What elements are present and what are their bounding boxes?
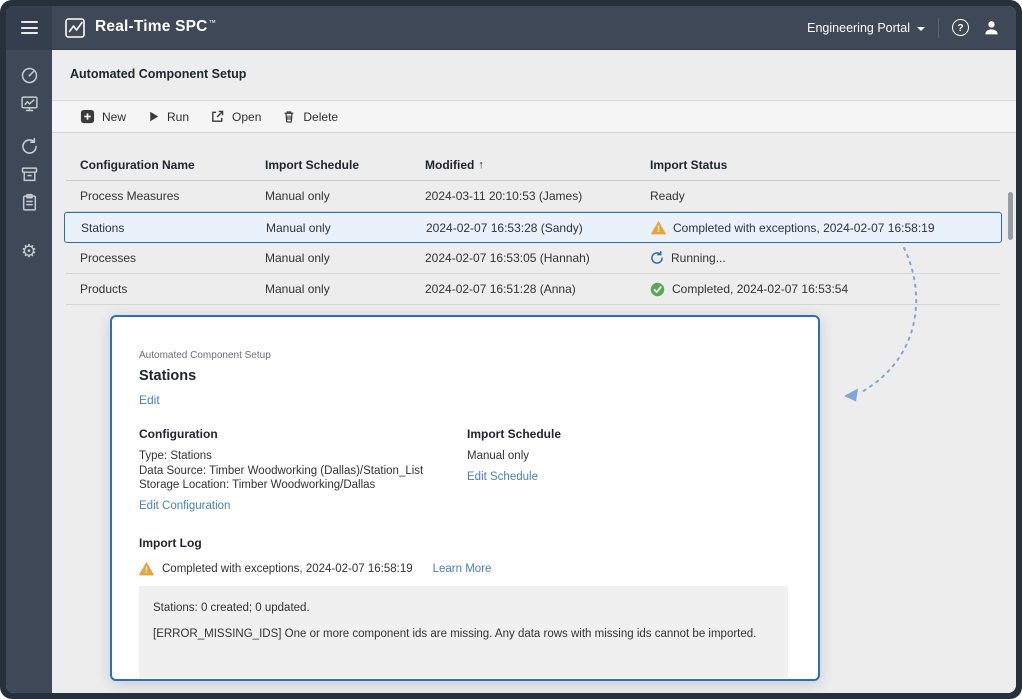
configuration-storage-location: Storage Location: Timber Woodworking/Dal…	[139, 478, 467, 493]
warning-icon	[651, 221, 666, 235]
open-external-icon	[210, 109, 225, 124]
question-mark-icon: ?	[957, 22, 963, 34]
success-icon	[650, 282, 665, 297]
app-logo-icon	[64, 17, 86, 39]
gauge-icon	[20, 66, 39, 85]
run-button[interactable]: Run	[147, 110, 189, 124]
clipboard-icon	[20, 193, 39, 212]
col-header-import-schedule[interactable]: Import Schedule	[265, 158, 425, 172]
portal-label: Engineering Portal	[807, 21, 910, 35]
help-button[interactable]: ?	[952, 19, 969, 36]
warning-icon	[139, 562, 154, 576]
sync-icon	[20, 137, 39, 156]
detail-title: Stations	[139, 368, 788, 384]
import-log-box: Stations: 0 created; 0 updated. [ERROR_M…	[139, 586, 788, 678]
plus-icon	[80, 109, 95, 124]
log-line: Stations: 0 created; 0 updated.	[153, 602, 774, 614]
configuration-heading: Configuration	[139, 427, 467, 441]
app-title: Real-Time SPC™	[95, 18, 216, 36]
chart-monitor-icon	[20, 94, 39, 113]
table-row[interactable]: Process Measures Manual only 2024-03-11 …	[66, 181, 1000, 212]
status-text: Completed with exceptions, 2024-02-07 16…	[673, 221, 935, 235]
table-header-row: Configuration Name Import Schedule Modif…	[66, 150, 1000, 181]
col-header-modified[interactable]: Modified ↑	[425, 158, 650, 172]
archive-box-icon	[20, 165, 39, 184]
sidebar-item-storage[interactable]	[15, 160, 43, 188]
sidebar-item-reports[interactable]	[15, 188, 43, 216]
col-header-import-status[interactable]: Import Status	[650, 158, 1000, 172]
sidebar-item-dashboard[interactable]	[15, 61, 43, 89]
user-icon	[982, 18, 1001, 37]
trademark: ™	[209, 18, 217, 27]
import-log-status-text: Completed with exceptions, 2024-02-07 16…	[162, 563, 413, 575]
configuration-section: Configuration Type: Stations Data Source…	[139, 427, 467, 514]
new-button[interactable]: New	[80, 109, 126, 124]
learn-more-link[interactable]: Learn More	[433, 563, 492, 575]
status-text: Completed, 2024-02-07 16:53:54	[672, 282, 848, 296]
running-icon	[650, 251, 664, 265]
edit-link[interactable]: Edit	[139, 393, 160, 407]
toolbar: New Run Open	[52, 100, 1016, 133]
screenshot-frame: Real-Time SPC™ Engineering Portal ?	[0, 0, 1022, 699]
import-log-heading: Import Log	[139, 536, 788, 550]
trash-icon	[282, 109, 296, 124]
topbar-actions: Engineering Portal ?	[807, 18, 1016, 38]
detail-context-label: Automated Component Setup	[139, 350, 788, 361]
top-bar: Real-Time SPC™ Engineering Portal ?	[6, 6, 1016, 50]
log-line: [ERROR_MISSING_IDS] One or more componen…	[153, 628, 774, 640]
gear-icon: ⚙	[21, 243, 37, 261]
sidebar-nav: ⚙	[6, 50, 52, 693]
user-account-button[interactable]	[982, 18, 1001, 37]
scrollbar-thumb[interactable]	[1008, 192, 1013, 240]
col-header-configuration-name[interactable]: Configuration Name	[80, 158, 265, 172]
portal-dropdown[interactable]: Engineering Portal	[807, 21, 925, 35]
app-window: Real-Time SPC™ Engineering Portal ?	[6, 6, 1016, 693]
config-table: Configuration Name Import Schedule Modif…	[66, 150, 1000, 305]
page-title: Automated Component Setup	[70, 67, 246, 81]
sidebar-item-sync[interactable]	[15, 132, 43, 160]
import-log-status-line: Completed with exceptions, 2024-02-07 16…	[139, 562, 788, 576]
import-schedule-value: Manual only	[467, 449, 788, 464]
open-button[interactable]: Open	[210, 109, 261, 124]
status-text: Running...	[671, 251, 726, 265]
table-row-selected[interactable]: Stations Manual only 2024-02-07 16:53:28…	[64, 212, 1002, 243]
status-text: Ready	[650, 189, 685, 203]
configuration-type: Type: Stations	[139, 449, 467, 464]
configuration-data-source: Data Source: Timber Woodworking (Dallas)…	[139, 464, 467, 479]
import-schedule-section: Import Schedule Manual only Edit Schedul…	[467, 427, 788, 514]
sidebar-item-settings[interactable]: ⚙	[15, 238, 43, 266]
topbar-divider	[938, 18, 939, 38]
sidebar-item-charts[interactable]	[15, 89, 43, 117]
detail-panel: Automated Component Setup Stations Edit …	[110, 315, 820, 681]
import-schedule-heading: Import Schedule	[467, 427, 788, 441]
edit-configuration-link[interactable]: Edit Configuration	[139, 500, 230, 512]
sort-ascending-icon: ↑	[478, 159, 484, 171]
table-row[interactable]: Processes Manual only 2024-02-07 16:53:0…	[66, 243, 1000, 274]
delete-button[interactable]: Delete	[282, 109, 338, 124]
play-icon	[147, 110, 160, 123]
table-row[interactable]: Products Manual only 2024-02-07 16:51:28…	[66, 274, 1000, 305]
edit-schedule-link[interactable]: Edit Schedule	[467, 471, 538, 483]
hamburger-menu-button[interactable]	[6, 6, 52, 50]
detail-columns: Configuration Type: Stations Data Source…	[139, 427, 788, 514]
chevron-down-icon	[917, 27, 925, 31]
